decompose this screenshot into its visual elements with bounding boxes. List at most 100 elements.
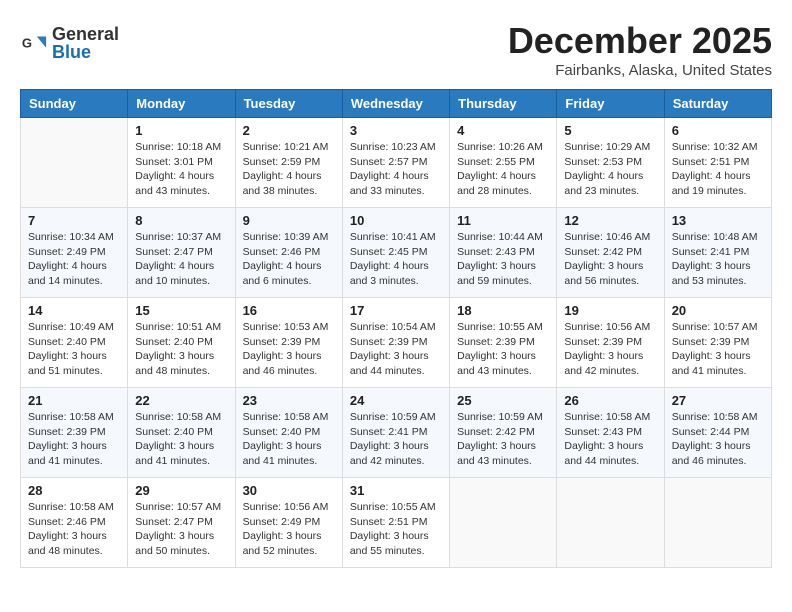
- day-number: 7: [28, 213, 120, 228]
- day-number: 2: [243, 123, 335, 138]
- calendar-cell-1-2: 9 Sunrise: 10:39 AM Sunset: 2:46 PM Dayli…: [235, 208, 342, 298]
- day-info: Sunrise: 10:29 AM Sunset: 2:53 PM Daylig…: [564, 140, 656, 199]
- calendar-cell-3-4: 25Sunrise: 10:59 AM Sunset: 2:42 PM Dayl…: [450, 388, 557, 478]
- col-saturday: Saturday: [664, 90, 771, 118]
- day-info: Sunrise: 10:21 AM Sunset: 2:59 PM Daylig…: [243, 140, 335, 199]
- day-number: 16: [243, 303, 335, 318]
- header-row: Sunday Monday Tuesday Wednesday Thursday…: [21, 90, 772, 118]
- calendar-cell-2-0: 14 Sunrise: 10:49 AM Sunset: 2:40 PM Dayl…: [21, 298, 128, 388]
- col-sunday: Sunday: [21, 90, 128, 118]
- col-thursday: Thursday: [450, 90, 557, 118]
- calendar-cell-4-0: 28 Sunrise: 10:58 AM Sunset: 2:46 PM Dayl…: [21, 478, 128, 568]
- day-number: 10: [350, 213, 442, 228]
- day-info: Sunrise: 10:58 AM Sunset: 2:39 PM Daylig…: [28, 410, 120, 469]
- day-info: Sunrise: 10:23 AM Sunset: 2:57 PM Daylig…: [350, 140, 442, 199]
- day-info: Sunrise: 10:58 AM Sunset: 2:46 PM Daylig…: [28, 500, 120, 559]
- day-info: Sunrise: 10:56 AM Sunset: 2:49 PM Daylig…: [243, 500, 335, 559]
- day-number: 18: [457, 303, 549, 318]
- day-number: 13: [672, 213, 764, 228]
- day-number: 4: [457, 123, 549, 138]
- calendar-body: 1 Sunrise: 10:18 AM Sunset: 3:01 PM Dayli…: [21, 118, 772, 568]
- day-number: 3: [350, 123, 442, 138]
- day-info: Sunrise: 10:57 AM Sunset: 2:47 PM Daylig…: [135, 500, 227, 559]
- page-header: G General Blue December 2025 Fairbanks, …: [20, 20, 772, 79]
- day-number: 22: [135, 393, 227, 408]
- calendar-week-4: 28 Sunrise: 10:58 AM Sunset: 2:46 PM Dayl…: [21, 478, 772, 568]
- day-info: Sunrise: 10:44 AM Sunset: 2:43 PM Daylig…: [457, 230, 549, 289]
- day-info: Sunrise: 10:18 AM Sunset: 3:01 PM Daylig…: [135, 140, 227, 199]
- day-number: 6: [672, 123, 764, 138]
- month-title: December 2025: [508, 20, 772, 62]
- calendar-cell-2-1: 15Sunrise: 10:51 AM Sunset: 2:40 PM Dayl…: [128, 298, 235, 388]
- calendar-cell-3-1: 22 Sunrise: 10:58 AM Sunset: 2:40 PM Dayl…: [128, 388, 235, 478]
- col-tuesday: Tuesday: [235, 90, 342, 118]
- day-number: 12: [564, 213, 656, 228]
- day-number: 27: [672, 393, 764, 408]
- day-info: Sunrise: 10:49 AM Sunset: 2:40 PM Daylig…: [28, 320, 120, 379]
- calendar-week-0: 1 Sunrise: 10:18 AM Sunset: 3:01 PM Dayli…: [21, 118, 772, 208]
- day-number: 14: [28, 303, 120, 318]
- day-info: Sunrise: 10:39 AM Sunset: 2:46 PM Daylig…: [243, 230, 335, 289]
- day-number: 19: [564, 303, 656, 318]
- day-info: Sunrise: 10:58 AM Sunset: 2:43 PM Daylig…: [564, 410, 656, 469]
- calendar-cell-0-4: 4 Sunrise: 10:26 AM Sunset: 2:55 PM Dayli…: [450, 118, 557, 208]
- calendar-cell-1-0: 7 Sunrise: 10:34 AM Sunset: 2:49 PM Dayli…: [21, 208, 128, 298]
- svg-text:G: G: [22, 36, 32, 51]
- calendar-cell-0-0: [21, 118, 128, 208]
- day-number: 23: [243, 393, 335, 408]
- calendar-cell-0-6: 6 Sunrise: 10:32 AM Sunset: 2:51 PM Dayli…: [664, 118, 771, 208]
- calendar-cell-1-3: 10 Sunrise: 10:41 AM Sunset: 2:45 PM Dayl…: [342, 208, 449, 298]
- day-number: 1: [135, 123, 227, 138]
- day-info: Sunrise: 10:56 AM Sunset: 2:39 PM Daylig…: [564, 320, 656, 379]
- day-number: 21: [28, 393, 120, 408]
- calendar-cell-0-5: 5 Sunrise: 10:29 AM Sunset: 2:53 PM Dayli…: [557, 118, 664, 208]
- calendar-cell-2-5: 19 Sunrise: 10:56 AM Sunset: 2:39 PM Dayl…: [557, 298, 664, 388]
- calendar-cell-2-2: 16Sunrise: 10:53 AM Sunset: 2:39 PM Dayl…: [235, 298, 342, 388]
- day-number: 17: [350, 303, 442, 318]
- calendar-cell-2-6: 20Sunrise: 10:57 AM Sunset: 2:39 PM Dayl…: [664, 298, 771, 388]
- day-info: Sunrise: 10:55 AM Sunset: 2:39 PM Daylig…: [457, 320, 549, 379]
- day-number: 24: [350, 393, 442, 408]
- calendar-cell-3-6: 27 Sunrise: 10:58 AM Sunset: 2:44 PM Dayl…: [664, 388, 771, 478]
- day-number: 8: [135, 213, 227, 228]
- calendar-cell-4-4: [450, 478, 557, 568]
- day-info: Sunrise: 10:58 AM Sunset: 2:40 PM Daylig…: [135, 410, 227, 469]
- col-wednesday: Wednesday: [342, 90, 449, 118]
- title-block: December 2025 Fairbanks, Alaska, United …: [508, 20, 772, 79]
- logo: G General Blue: [20, 25, 119, 61]
- day-number: 31: [350, 483, 442, 498]
- calendar-cell-2-3: 17Sunrise: 10:54 AM Sunset: 2:39 PM Dayl…: [342, 298, 449, 388]
- day-info: Sunrise: 10:34 AM Sunset: 2:49 PM Daylig…: [28, 230, 120, 289]
- day-number: 30: [243, 483, 335, 498]
- calendar-table: Sunday Monday Tuesday Wednesday Thursday…: [20, 89, 772, 568]
- col-friday: Friday: [557, 90, 664, 118]
- day-number: 25: [457, 393, 549, 408]
- day-info: Sunrise: 10:55 AM Sunset: 2:51 PM Daylig…: [350, 500, 442, 559]
- location-text: Fairbanks, Alaska, United States: [508, 62, 772, 79]
- day-info: Sunrise: 10:41 AM Sunset: 2:45 PM Daylig…: [350, 230, 442, 289]
- calendar-cell-4-3: 31 Sunrise: 10:55 AM Sunset: 2:51 PM Dayl…: [342, 478, 449, 568]
- calendar-cell-4-5: [557, 478, 664, 568]
- day-number: 9: [243, 213, 335, 228]
- calendar-week-3: 21 Sunrise: 10:58 AM Sunset: 2:39 PM Dayl…: [21, 388, 772, 478]
- calendar-cell-1-4: 11Sunrise: 10:44 AM Sunset: 2:43 PM Dayl…: [450, 208, 557, 298]
- logo-general-text: General: [52, 25, 119, 43]
- calendar-cell-4-1: 29 Sunrise: 10:57 AM Sunset: 2:47 PM Dayl…: [128, 478, 235, 568]
- calendar-week-1: 7 Sunrise: 10:34 AM Sunset: 2:49 PM Dayli…: [21, 208, 772, 298]
- logo-icon: G: [20, 29, 48, 57]
- day-info: Sunrise: 10:58 AM Sunset: 2:44 PM Daylig…: [672, 410, 764, 469]
- calendar-cell-0-2: 2 Sunrise: 10:21 AM Sunset: 2:59 PM Dayli…: [235, 118, 342, 208]
- calendar-week-2: 14 Sunrise: 10:49 AM Sunset: 2:40 PM Dayl…: [21, 298, 772, 388]
- calendar-cell-4-2: 30 Sunrise: 10:56 AM Sunset: 2:49 PM Dayl…: [235, 478, 342, 568]
- calendar-cell-3-0: 21 Sunrise: 10:58 AM Sunset: 2:39 PM Dayl…: [21, 388, 128, 478]
- logo-blue-text: Blue: [52, 43, 119, 61]
- day-number: 29: [135, 483, 227, 498]
- calendar-cell-4-6: [664, 478, 771, 568]
- calendar-cell-1-6: 13Sunrise: 10:48 AM Sunset: 2:41 PM Dayl…: [664, 208, 771, 298]
- day-info: Sunrise: 10:32 AM Sunset: 2:51 PM Daylig…: [672, 140, 764, 199]
- day-info: Sunrise: 10:57 AM Sunset: 2:39 PM Daylig…: [672, 320, 764, 379]
- day-number: 28: [28, 483, 120, 498]
- day-info: Sunrise: 10:26 AM Sunset: 2:55 PM Daylig…: [457, 140, 549, 199]
- day-number: 5: [564, 123, 656, 138]
- day-number: 15: [135, 303, 227, 318]
